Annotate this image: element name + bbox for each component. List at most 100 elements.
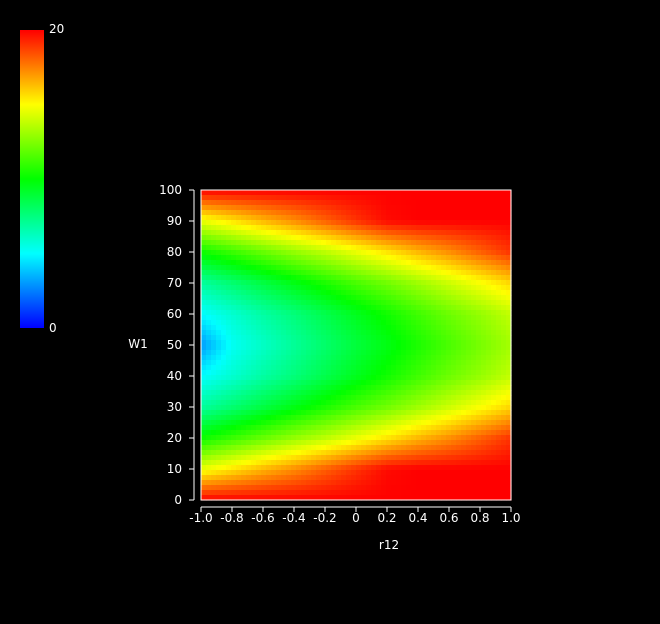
heatmap-cell <box>451 385 457 391</box>
heatmap-cell <box>461 375 467 381</box>
heatmap-cell <box>271 335 277 341</box>
heatmap-cell <box>201 475 207 481</box>
heatmap-cell <box>336 230 342 236</box>
heatmap-cell <box>201 430 207 436</box>
heatmap-cell <box>321 380 327 386</box>
heatmap-cell <box>256 335 262 341</box>
heatmap-cell <box>246 265 252 271</box>
heatmap-cell <box>266 210 272 216</box>
heatmap-cell <box>406 365 412 371</box>
heatmap-cell <box>476 285 482 291</box>
heatmap-cell <box>441 345 447 351</box>
heatmap-cell <box>471 400 477 406</box>
heatmap-cell <box>311 255 317 261</box>
heatmap-cell <box>361 355 367 361</box>
heatmap-cell <box>461 455 467 461</box>
heatmap-cell <box>231 375 237 381</box>
heatmap-cell <box>461 430 467 436</box>
heatmap-cell <box>221 465 227 471</box>
heatmap-cell <box>461 280 467 286</box>
heatmap-cell <box>231 420 237 426</box>
heatmap-cell <box>261 410 267 416</box>
heatmap-cell <box>371 245 377 251</box>
heatmap-cell <box>316 220 322 226</box>
heatmap-cell <box>491 450 497 456</box>
heatmap-cell <box>341 320 347 326</box>
heatmap-cell <box>491 320 497 326</box>
heatmap-cell <box>361 210 367 216</box>
heatmap-cell <box>456 375 462 381</box>
heatmap-cell <box>431 395 437 401</box>
heatmap-cell <box>481 475 487 481</box>
heatmap-cell <box>421 435 427 441</box>
heatmap-cell <box>221 385 227 391</box>
heatmap-cell <box>496 205 502 211</box>
heatmap-cell <box>431 430 437 436</box>
heatmap-cell <box>356 365 362 371</box>
heatmap-cell <box>461 355 467 361</box>
heatmap-cell <box>446 260 452 266</box>
heatmap-cell <box>251 230 257 236</box>
heatmap-cell <box>451 300 457 306</box>
heatmap-cell <box>401 375 407 381</box>
heatmap-cell <box>276 350 282 356</box>
heatmap-cell <box>461 350 467 356</box>
heatmap-cell <box>451 245 457 251</box>
heatmap-cell <box>206 205 212 211</box>
heatmap-cell <box>356 220 362 226</box>
heatmap-cell <box>426 350 432 356</box>
heatmap-cell <box>406 285 412 291</box>
heatmap-cell <box>436 270 442 276</box>
heatmap-cell <box>441 305 447 311</box>
heatmap-cell <box>241 445 247 451</box>
heatmap-cell <box>261 355 267 361</box>
heatmap-cell <box>431 270 437 276</box>
heatmap-cell <box>366 445 372 451</box>
heatmap-cell <box>406 390 412 396</box>
heatmap-cell <box>251 470 257 476</box>
heatmap-cell <box>356 275 362 281</box>
heatmap-cell <box>496 275 502 281</box>
heatmap-cell <box>221 250 227 256</box>
heatmap-cell <box>291 450 297 456</box>
heatmap-cell <box>331 260 337 266</box>
heatmap-cell <box>276 225 282 231</box>
heatmap-cell <box>441 360 447 366</box>
heatmap-cell <box>496 480 502 486</box>
heatmap-cell <box>421 365 427 371</box>
heatmap-cell <box>241 450 247 456</box>
heatmap-cell <box>471 440 477 446</box>
heatmap-cell <box>226 275 232 281</box>
heatmap-cell <box>286 385 292 391</box>
heatmap-cell <box>386 360 392 366</box>
heatmap-cell <box>396 395 402 401</box>
heatmap-cell <box>201 250 207 256</box>
heatmap-cell <box>391 290 397 296</box>
heatmap-cell <box>316 375 322 381</box>
heatmap-cell <box>491 420 497 426</box>
heatmap-cell <box>356 385 362 391</box>
heatmap-cell <box>356 485 362 491</box>
heatmap-cell <box>256 255 262 261</box>
heatmap-cell <box>216 215 222 221</box>
heatmap-cell <box>501 340 507 346</box>
heatmap-cell <box>316 485 322 491</box>
heatmap-cell <box>326 225 332 231</box>
heatmap-cell <box>276 465 282 471</box>
y-tick-label: 30 <box>167 400 182 414</box>
heatmap-cell <box>381 260 387 266</box>
heatmap-cell <box>466 365 472 371</box>
heatmap-cell <box>276 295 282 301</box>
heatmap-cell <box>411 350 417 356</box>
heatmap-cell <box>476 305 482 311</box>
heatmap-cell <box>396 250 402 256</box>
heatmap-cell <box>496 405 502 411</box>
heatmap-cell <box>441 240 447 246</box>
heatmap-cell <box>501 470 507 476</box>
heatmap-cell <box>216 245 222 251</box>
heatmap-cell <box>496 325 502 331</box>
heatmap-cell <box>301 425 307 431</box>
heatmap-cell <box>421 310 427 316</box>
heatmap-cell <box>276 460 282 466</box>
heatmap-cell <box>476 485 482 491</box>
